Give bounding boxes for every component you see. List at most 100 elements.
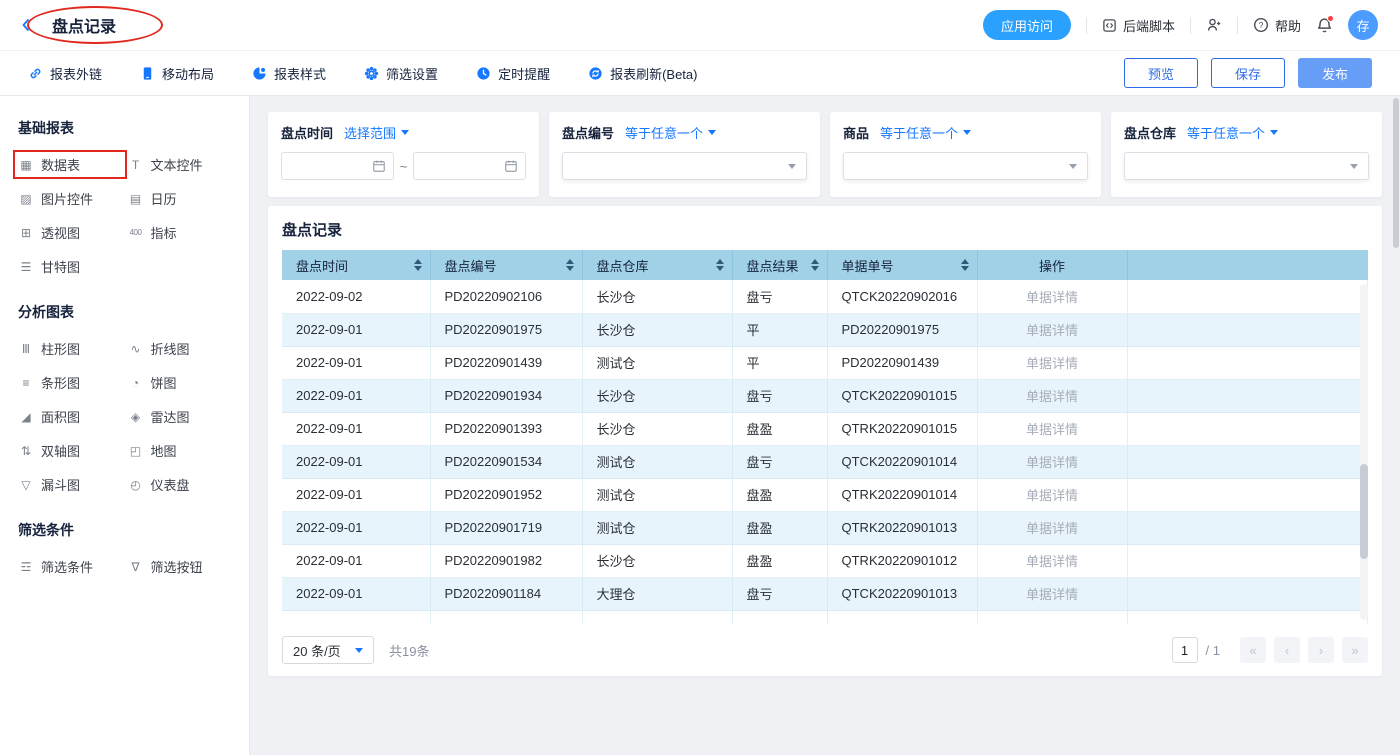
back-button[interactable] bbox=[18, 17, 34, 33]
table-row: 2022-09-01 PD20220901719 测试仓 盘盈 QTRK2022… bbox=[282, 511, 1368, 544]
app-access-button[interactable]: 应用访问 bbox=[983, 10, 1071, 40]
doc-detail-link[interactable]: 单据详情 bbox=[977, 577, 1127, 610]
doc-detail-link[interactable]: 单据详情 bbox=[977, 313, 1127, 346]
members-button[interactable] bbox=[1206, 17, 1222, 33]
sidebar-item-label: 雷达图 bbox=[151, 407, 190, 426]
doc-detail-link[interactable]: 单据详情 bbox=[977, 379, 1127, 412]
report-toolbar: 报表外链 移动布局 报表样式 筛选设置 定时提醒 报表刷新(Beta) 预览 保… bbox=[0, 50, 1400, 96]
sidebar-item[interactable]: ▦ 数据表 bbox=[18, 155, 122, 174]
svg-text:?: ? bbox=[1259, 20, 1264, 30]
toolbar-item-report-link[interactable]: 报表外链 bbox=[28, 64, 102, 83]
sidebar-item[interactable]: ∿ 折线图 bbox=[128, 339, 232, 358]
sort-icon[interactable] bbox=[716, 259, 724, 271]
table-viewport: 盘点时间 盘点编号 盘点仓库 bbox=[282, 250, 1368, 624]
save-button[interactable]: 保存 bbox=[1211, 58, 1285, 88]
column-header[interactable]: 盘点时间 bbox=[282, 250, 430, 280]
doc-detail-link[interactable]: 单据详情 bbox=[977, 280, 1127, 313]
sidebar-item[interactable]: ≡ 条形图 bbox=[18, 373, 122, 392]
cell-warehouse: 测试仓 bbox=[582, 445, 732, 478]
date-end-input[interactable] bbox=[413, 152, 526, 180]
sidebar-item[interactable]: ◔ 饼图 bbox=[128, 373, 232, 392]
sidebar-item[interactable]: ☲ 筛选条件 bbox=[18, 557, 122, 576]
sort-icon[interactable] bbox=[811, 259, 819, 271]
sort-icon[interactable] bbox=[961, 259, 969, 271]
sort-icon[interactable] bbox=[414, 259, 422, 271]
image-icon: ▨ bbox=[18, 192, 34, 206]
table-scrollbar-track[interactable] bbox=[1360, 284, 1368, 620]
sidebar-item-label: 透视图 bbox=[41, 223, 80, 242]
filter-select[interactable] bbox=[1124, 152, 1369, 180]
filter-operator-dropdown[interactable]: 选择范围 bbox=[344, 123, 409, 142]
column-header-label: 操作 bbox=[1039, 259, 1065, 274]
help-button[interactable]: ? 帮助 bbox=[1253, 16, 1301, 35]
column-header-label: 盘点时间 bbox=[296, 259, 348, 274]
column-header-label: 盘点编号 bbox=[445, 259, 497, 274]
sidebar-item-label: 文本控件 bbox=[151, 155, 203, 174]
column-header[interactable]: 单据单号 bbox=[827, 250, 977, 280]
sidebar-item[interactable]: ▤ 日历 bbox=[128, 189, 232, 208]
column-header[interactable]: 操作 bbox=[977, 250, 1127, 280]
chevron-down-icon bbox=[1350, 164, 1358, 169]
table-row: 2022-09-01 PD20220901534 测试仓 盘亏 QTCK2022… bbox=[282, 445, 1368, 478]
sidebar-item[interactable]: ◰ 地图 bbox=[128, 441, 232, 460]
filter-operator-dropdown[interactable]: 等于任意一个 bbox=[625, 123, 716, 142]
sort-icon[interactable] bbox=[566, 259, 574, 271]
sidebar-item[interactable]: T 文本控件 bbox=[128, 155, 232, 174]
publish-button[interactable]: 发布 bbox=[1298, 58, 1372, 88]
filter-select[interactable] bbox=[562, 152, 807, 180]
chevron-down-icon bbox=[963, 130, 971, 135]
cell-inventory-date: 2022-09-01 bbox=[282, 379, 430, 412]
sidebar-item[interactable]: ⇅ 双轴图 bbox=[18, 441, 122, 460]
doc-detail-link[interactable]: 单据详情 bbox=[977, 478, 1127, 511]
sidebar-item[interactable]: ◢ 面积图 bbox=[18, 407, 122, 426]
calendar-icon bbox=[504, 159, 518, 173]
sidebar-item[interactable]: ▽ 漏斗图 bbox=[18, 475, 122, 494]
table-scrollbar-thumb[interactable] bbox=[1360, 464, 1368, 559]
sidebar-item[interactable]: ◴ 仪表盘 bbox=[128, 475, 232, 494]
page-scrollbar-thumb[interactable] bbox=[1393, 98, 1399, 248]
sidebar-item[interactable]: ⊞ 透视图 bbox=[18, 223, 122, 242]
cell-inventory-code: PD20220901393 bbox=[430, 412, 582, 445]
cell-inventory-date: 2022-09-01 bbox=[282, 511, 430, 544]
doc-detail-link[interactable]: 单据详情 bbox=[977, 412, 1127, 445]
sidebar-item[interactable]: ☰ 甘特图 bbox=[18, 257, 122, 276]
toolbar-item-report-style[interactable]: 报表样式 bbox=[252, 64, 326, 83]
current-page-input[interactable]: 1 bbox=[1172, 637, 1198, 663]
column-header[interactable]: 盘点结果 bbox=[732, 250, 827, 280]
column-header[interactable]: 盘点仓库 bbox=[582, 250, 732, 280]
doc-detail-link[interactable]: 单据详情 bbox=[977, 544, 1127, 577]
next-page-button[interactable]: › bbox=[1308, 637, 1334, 663]
sidebar-item[interactable]: ▨ 图片控件 bbox=[18, 189, 122, 208]
backend-script-button[interactable]: 后端脚本 bbox=[1102, 16, 1175, 35]
sidebar-item[interactable]: ∇ 筛选按钮 bbox=[128, 557, 232, 576]
doc-detail-link[interactable]: 单据详情 bbox=[977, 445, 1127, 478]
sidebar-item[interactable]: Ⅲ 柱形图 bbox=[18, 339, 122, 358]
sidebar-item-label: 折线图 bbox=[151, 339, 190, 358]
sidebar-item[interactable]: ◈ 雷达图 bbox=[128, 407, 232, 426]
sidebar-item-label: 双轴图 bbox=[41, 441, 80, 460]
cell-doc-number: QTRK20220901014 bbox=[827, 478, 977, 511]
avatar[interactable]: 存 bbox=[1348, 10, 1378, 40]
toolbar-item-scheduled-reminder[interactable]: 定时提醒 bbox=[476, 64, 550, 83]
prev-page-button[interactable]: ‹ bbox=[1274, 637, 1300, 663]
sidebar-item-label: 条形图 bbox=[41, 373, 80, 392]
last-page-button[interactable]: » bbox=[1342, 637, 1368, 663]
first-page-button[interactable]: « bbox=[1240, 637, 1266, 663]
filter-select[interactable] bbox=[843, 152, 1088, 180]
doc-detail-link[interactable]: 单据详情 bbox=[977, 511, 1127, 544]
page-size-select[interactable]: 20 条/页 bbox=[282, 636, 374, 664]
filter-operator-dropdown[interactable]: 等于任意一个 bbox=[1187, 123, 1278, 142]
column-header[interactable]: 盘点编号 bbox=[430, 250, 582, 280]
total-pages-label: / 1 bbox=[1206, 643, 1220, 658]
toolbar-item-mobile-layout[interactable]: 移动布局 bbox=[140, 64, 214, 83]
toolbar-item-report-refresh[interactable]: 报表刷新(Beta) bbox=[588, 64, 697, 83]
preview-button[interactable]: 预览 bbox=[1124, 58, 1198, 88]
notification-button[interactable] bbox=[1316, 17, 1333, 34]
date-start-input[interactable] bbox=[281, 152, 394, 180]
doc-detail-link[interactable]: 单据详情 bbox=[977, 346, 1127, 379]
sidebar-item[interactable]: 400 指标 bbox=[128, 223, 232, 242]
toolbar-item-filter-settings[interactable]: 筛选设置 bbox=[364, 64, 438, 83]
top-header: 盘点记录 应用访问 后端脚本 ? 帮助 存 bbox=[0, 0, 1400, 50]
pie-chart-icon: ◔ bbox=[128, 376, 144, 390]
filter-operator-dropdown[interactable]: 等于任意一个 bbox=[880, 123, 971, 142]
